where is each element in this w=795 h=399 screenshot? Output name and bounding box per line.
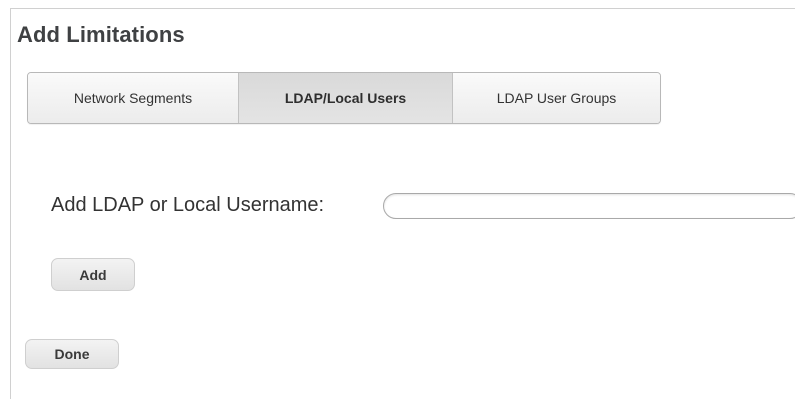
tab-ldap-user-groups[interactable]: LDAP User Groups: [453, 73, 660, 123]
username-input[interactable]: [383, 193, 795, 219]
limitation-type-tabs: Network Segments LDAP/Local Users LDAP U…: [27, 72, 661, 124]
username-field-label: Add LDAP or Local Username:: [51, 194, 325, 216]
add-button[interactable]: Add: [51, 258, 135, 291]
tab-network-segments[interactable]: Network Segments: [28, 73, 239, 123]
tab-ldap-local-users[interactable]: LDAP/Local Users: [239, 73, 453, 123]
dialog-title: Add Limitations: [17, 22, 185, 47]
done-button[interactable]: Done: [25, 339, 119, 369]
